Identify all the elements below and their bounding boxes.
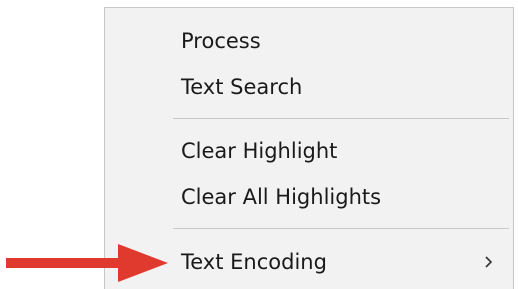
menu-item-text-search[interactable]: Text Search: [105, 65, 513, 109]
menu-item-process[interactable]: Process: [105, 19, 513, 63]
menu-item-label: Clear Highlight: [181, 139, 338, 163]
screenshot-stage: Process Text Search Clear Highlight Clea…: [0, 0, 518, 289]
menu-separator: [173, 118, 509, 119]
menu-item-clear-all-highlights[interactable]: Clear All Highlights: [105, 175, 513, 219]
chevron-right-icon: [481, 254, 497, 270]
menu-item-label: Text Encoding: [181, 250, 327, 274]
menu-separator: [173, 228, 509, 229]
annotation-arrow-icon: [6, 244, 168, 282]
menu-item-label: Process: [181, 29, 261, 53]
menu-item-label: Text Search: [181, 75, 303, 99]
menu-item-label: Clear All Highlights: [181, 185, 382, 209]
menu-item-clear-highlight[interactable]: Clear Highlight: [105, 129, 513, 173]
